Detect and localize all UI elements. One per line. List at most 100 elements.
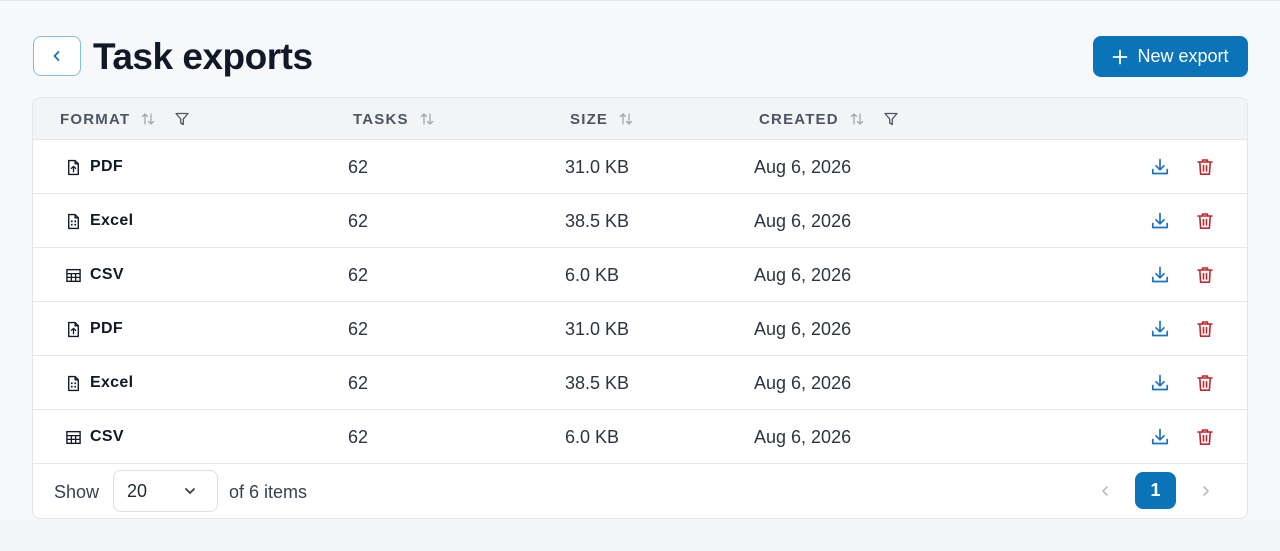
table-row: CSV 62 6.0 KB Aug 6, 2026 bbox=[33, 248, 1247, 302]
format-label: Excel bbox=[90, 374, 134, 391]
tasks-cell: 62 bbox=[348, 210, 369, 231]
delete-button[interactable] bbox=[1191, 315, 1219, 343]
table-row: CSV 62 6.0 KB Aug 6, 2026 bbox=[33, 410, 1247, 464]
table-icon bbox=[66, 268, 81, 282]
sort-tasks-button[interactable] bbox=[419, 111, 435, 127]
chevron-left-icon bbox=[53, 51, 60, 61]
items-count: of 6 items bbox=[229, 482, 308, 502]
sort-icon bbox=[850, 113, 863, 125]
filter-created-button[interactable] bbox=[883, 111, 899, 127]
column-size: SIZE bbox=[570, 98, 634, 140]
created-cell: Aug 6, 2026 bbox=[754, 156, 852, 177]
format-label: CSV bbox=[90, 266, 124, 283]
created-cell: Aug 6, 2026 bbox=[754, 210, 852, 231]
format-label: PDF bbox=[90, 158, 123, 175]
trash-icon bbox=[1197, 213, 1213, 229]
filter-format-button[interactable] bbox=[174, 111, 190, 127]
trash-icon bbox=[1197, 267, 1213, 283]
download-button[interactable] bbox=[1146, 315, 1174, 343]
plus-icon bbox=[1113, 49, 1128, 64]
size-cell: 6.0 KB bbox=[565, 426, 620, 447]
format-label: CSV bbox=[90, 428, 124, 445]
download-icon bbox=[1151, 158, 1169, 175]
size-cell: 38.5 KB bbox=[565, 372, 630, 393]
size-cell: 38.5 KB bbox=[565, 210, 630, 231]
trash-icon bbox=[1197, 159, 1213, 175]
delete-button[interactable] bbox=[1191, 207, 1219, 235]
table-row: PDF 62 31.0 KB Aug 6, 2026 bbox=[33, 140, 1247, 194]
back-button[interactable] bbox=[33, 36, 81, 76]
sort-icon bbox=[142, 113, 155, 125]
new-export-button[interactable]: New export bbox=[1093, 36, 1248, 77]
download-icon bbox=[1151, 212, 1169, 229]
format-cell: CSV bbox=[65, 248, 124, 302]
filter-icon bbox=[884, 112, 898, 126]
next-page-button[interactable] bbox=[1194, 477, 1218, 505]
column-tasks: TASKS bbox=[353, 98, 435, 140]
delete-button[interactable] bbox=[1191, 369, 1219, 397]
page-title: Task exports bbox=[93, 36, 313, 77]
tasks-cell: 62 bbox=[348, 318, 369, 339]
format-cell: Excel bbox=[65, 356, 133, 410]
sort-size-button[interactable] bbox=[618, 111, 634, 127]
page-size-value: 20 bbox=[127, 480, 148, 501]
filter-icon bbox=[175, 112, 189, 126]
trash-icon bbox=[1197, 321, 1213, 337]
download-icon bbox=[1151, 428, 1169, 445]
column-created: CREATED bbox=[759, 98, 899, 140]
download-button[interactable] bbox=[1146, 153, 1174, 181]
sort-icon bbox=[619, 113, 633, 125]
prev-page-button[interactable] bbox=[1093, 477, 1117, 505]
format-label: Excel bbox=[90, 212, 134, 229]
column-tasks-label: TASKS bbox=[353, 110, 409, 128]
format-cell: CSV bbox=[65, 410, 124, 464]
download-button[interactable] bbox=[1146, 369, 1174, 397]
created-cell: Aug 6, 2026 bbox=[754, 426, 852, 447]
page-1-button[interactable]: 1 bbox=[1135, 472, 1176, 509]
size-cell: 31.0 KB bbox=[565, 318, 630, 339]
chevron-right-icon bbox=[1203, 486, 1209, 496]
tasks-cell: 62 bbox=[348, 426, 369, 447]
file-spreadsheet-icon bbox=[68, 213, 79, 229]
column-size-label: SIZE bbox=[570, 110, 609, 128]
table-icon bbox=[66, 430, 81, 444]
page-size-select[interactable]: 20 bbox=[113, 470, 218, 512]
size-cell: 6.0 KB bbox=[565, 264, 620, 285]
sort-icon bbox=[420, 113, 433, 125]
sort-created-button[interactable] bbox=[849, 111, 865, 127]
delete-button[interactable] bbox=[1191, 261, 1219, 289]
trash-icon bbox=[1197, 375, 1213, 391]
column-created-label: CREATED bbox=[759, 110, 839, 128]
table-header: FORMAT TASKS SIZE CREATED bbox=[33, 98, 1247, 140]
chevron-down-icon bbox=[185, 488, 195, 494]
tasks-cell: 62 bbox=[348, 156, 369, 177]
format-cell: PDF bbox=[65, 302, 123, 356]
tasks-cell: 62 bbox=[348, 372, 369, 393]
column-format: FORMAT bbox=[60, 98, 190, 140]
format-label: PDF bbox=[90, 320, 123, 337]
table-row: Excel 62 38.5 KB Aug 6, 2026 bbox=[33, 194, 1247, 248]
format-cell: Excel bbox=[65, 194, 133, 248]
tasks-cell: 62 bbox=[348, 264, 369, 285]
bottom-strip bbox=[0, 520, 1280, 551]
new-export-label: New export bbox=[1137, 46, 1229, 66]
file-pdf-icon bbox=[68, 159, 79, 175]
table-footer: Show 20 of 6 items 1 bbox=[33, 464, 1247, 518]
created-cell: Aug 6, 2026 bbox=[754, 264, 852, 285]
download-button[interactable] bbox=[1146, 423, 1174, 451]
created-cell: Aug 6, 2026 bbox=[754, 318, 852, 339]
format-cell: PDF bbox=[65, 140, 123, 194]
created-cell: Aug 6, 2026 bbox=[754, 372, 852, 393]
sort-format-button[interactable] bbox=[140, 111, 156, 127]
download-icon bbox=[1151, 266, 1169, 283]
download-button[interactable] bbox=[1146, 261, 1174, 289]
file-pdf-icon bbox=[68, 321, 79, 337]
delete-button[interactable] bbox=[1191, 153, 1219, 181]
exports-table: FORMAT TASKS SIZE CREATED PDF 62 31.0 KB… bbox=[32, 97, 1248, 519]
chevron-left-icon bbox=[1102, 486, 1108, 496]
table-row: PDF 62 31.0 KB Aug 6, 2026 bbox=[33, 302, 1247, 356]
file-spreadsheet-icon bbox=[68, 375, 79, 391]
delete-button[interactable] bbox=[1191, 423, 1219, 451]
top-divider bbox=[0, 0, 1280, 1]
download-button[interactable] bbox=[1146, 207, 1174, 235]
